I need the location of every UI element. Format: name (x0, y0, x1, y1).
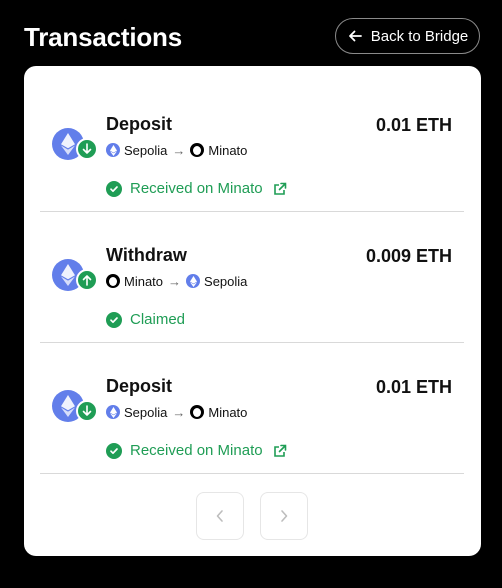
transaction-amount: 0.01 ETH (375, 115, 452, 135)
status-label: Received on Minato (130, 442, 263, 459)
external-link-icon[interactable] (273, 182, 287, 196)
route-from: Minato (124, 273, 164, 289)
status-label: Received on Minato (130, 180, 263, 197)
back-button-label: Back to Bridge (370, 27, 469, 45)
arrow-up-icon (76, 269, 98, 291)
transaction-icon (52, 259, 100, 295)
transaction-type: Deposit (106, 376, 173, 396)
minato-icon (190, 405, 205, 419)
check-circle-icon (106, 311, 122, 328)
arrow-right-icon: → (172, 142, 186, 158)
check-circle-icon (106, 442, 122, 459)
route-from: Sepolia (124, 404, 168, 420)
arrow-right-icon: → (168, 273, 182, 289)
sepolia-icon (186, 274, 201, 288)
transaction-type: Withdraw (106, 245, 187, 265)
arrow-left-icon (348, 30, 362, 42)
transaction-amount: 0.009 ETH (365, 246, 452, 266)
transaction-icon (52, 128, 100, 164)
minato-icon (106, 274, 120, 288)
page-title: Transactions (24, 22, 182, 52)
arrow-down-icon (76, 138, 98, 160)
transaction-status: Received on Minato (106, 180, 287, 197)
transaction-item[interactable]: Withdraw 0.009 ETH Minato → Sepolia Clai… (40, 212, 464, 343)
transaction-amount: 0.01 ETH (375, 377, 452, 397)
transaction-item[interactable]: Deposit 0.01 ETH Sepolia → Minato Receiv… (40, 81, 464, 212)
transaction-route: Sepolia → Minato (106, 141, 247, 159)
transaction-route: Sepolia → Minato (106, 403, 247, 421)
transaction-status: Received on Minato (106, 442, 287, 459)
arrow-down-icon (76, 400, 98, 422)
check-circle-icon (106, 180, 122, 197)
route-to: Minato (208, 404, 248, 420)
arrow-right-icon: → (172, 404, 186, 420)
transaction-icon (52, 390, 100, 426)
back-to-bridge-button[interactable]: Back to Bridge (335, 18, 480, 54)
chevron-right-icon (281, 510, 288, 522)
sepolia-icon (106, 143, 120, 157)
chevron-left-icon (216, 510, 223, 522)
transaction-item[interactable]: Deposit 0.01 ETH Sepolia → Minato Receiv… (40, 343, 464, 474)
next-page-button[interactable] (260, 492, 308, 540)
sepolia-icon (106, 405, 120, 419)
transactions-card: Deposit 0.01 ETH Sepolia → Minato Receiv… (24, 66, 481, 556)
transaction-type: Deposit (106, 114, 173, 134)
transaction-route: Minato → Sepolia (106, 272, 247, 290)
minato-icon (190, 143, 205, 157)
route-to: Minato (208, 142, 248, 158)
route-to: Sepolia (204, 273, 248, 289)
external-link-icon[interactable] (273, 444, 287, 458)
prev-page-button[interactable] (196, 492, 244, 540)
route-from: Sepolia (124, 142, 168, 158)
transaction-status: Claimed (106, 311, 185, 328)
status-label: Claimed (130, 311, 186, 328)
